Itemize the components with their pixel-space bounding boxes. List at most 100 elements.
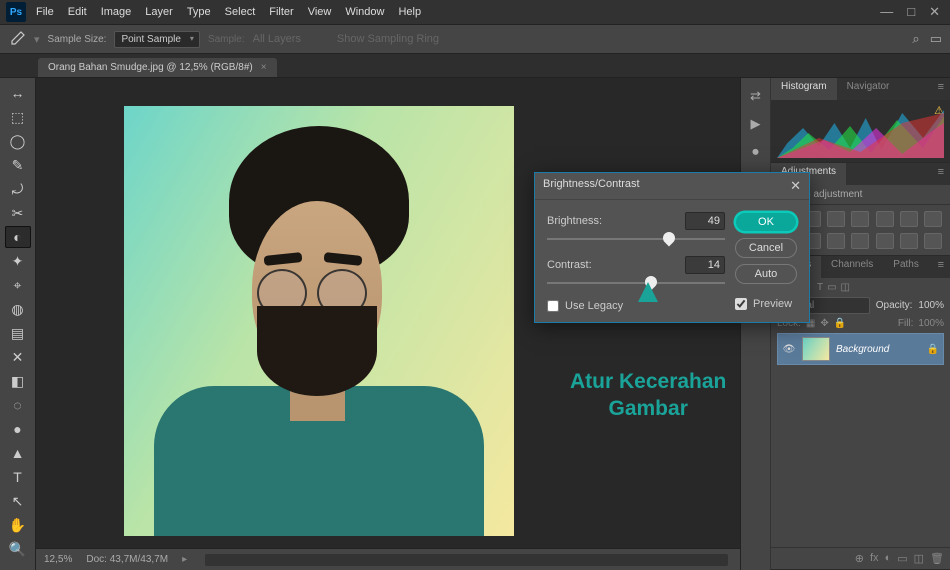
adj-color-lookup-icon[interactable] <box>827 233 845 249</box>
new-layer-icon[interactable]: ◫ <box>914 552 924 565</box>
use-legacy-input[interactable] <box>547 300 559 312</box>
window-close-icon[interactable]: ✕ <box>929 4 940 20</box>
adj-gradient-map-icon[interactable] <box>924 233 942 249</box>
close-tab-icon[interactable]: × <box>261 62 267 73</box>
tool-heal[interactable]: ✦ <box>5 250 31 272</box>
lock-all-icon[interactable]: 🔒 <box>834 318 846 329</box>
menu-edit[interactable]: Edit <box>68 6 87 18</box>
preview-checkbox[interactable]: Preview <box>735 298 797 310</box>
adj-posterize-icon[interactable] <box>876 233 894 249</box>
tool-eyedropper[interactable]: ◐ <box>5 226 31 248</box>
ok-button[interactable]: OK <box>735 212 797 232</box>
menu-view[interactable]: View <box>308 6 332 18</box>
tool-zoom[interactable]: 🔍 <box>5 538 31 560</box>
tab-channels[interactable]: Channels <box>821 256 883 278</box>
layer-name[interactable]: Background <box>836 344 921 355</box>
annotation-text: Atur Kecerahan Gambar <box>570 368 726 423</box>
tool-stamp[interactable]: ◍ <box>5 298 31 320</box>
layer-lock-icon[interactable]: 🔒 <box>927 344 939 355</box>
contrast-input[interactable] <box>685 256 725 274</box>
panel-menu-icon[interactable]: ≡ <box>932 78 950 100</box>
tool-pen[interactable]: ▲ <box>5 442 31 464</box>
window-maximize-icon[interactable]: □ <box>907 4 915 20</box>
tool-move[interactable]: ↔ <box>5 82 31 104</box>
layer-row[interactable]: 👁 Background 🔒 <box>777 333 944 365</box>
tool-crop[interactable]: ⤾ <box>5 178 31 200</box>
layer-visibility-icon[interactable]: 👁 <box>782 344 796 355</box>
layer-mask-icon[interactable]: ◐ <box>885 552 892 565</box>
workspace-icon[interactable]: ▭ <box>930 31 942 47</box>
sample-size-select[interactable]: Point Sample <box>114 31 199 48</box>
brightness-contrast-dialog[interactable]: Brightness/Contrast ✕ Brightness: Contra… <box>534 172 810 323</box>
auto-button[interactable]: Auto <box>735 264 797 284</box>
brightness-input[interactable] <box>685 212 725 230</box>
adj-bw-icon[interactable] <box>924 211 942 227</box>
tool-marquee[interactable]: ⬚ <box>5 106 31 128</box>
adj-curves-icon[interactable] <box>827 211 845 227</box>
layer-filter-type-icon[interactable]: T <box>817 282 823 293</box>
menu-select[interactable]: Select <box>225 6 256 18</box>
adj-vibrance-icon[interactable] <box>876 211 894 227</box>
layer-thumbnail[interactable] <box>802 337 830 361</box>
tool-type[interactable]: T <box>5 466 31 488</box>
opacity-value[interactable]: 100% <box>918 300 944 311</box>
layer-filter-shape-icon[interactable]: ▭ <box>827 282 836 293</box>
delete-layer-icon[interactable]: 🗑 <box>930 552 944 565</box>
tool-dodge[interactable]: ● <box>5 418 31 440</box>
layer-filter-smart-icon[interactable]: ◫ <box>841 282 850 293</box>
tool-history-brush[interactable]: ▤ <box>5 322 31 344</box>
window-minimize-icon[interactable]: — <box>880 4 893 20</box>
menu-image[interactable]: Image <box>101 6 132 18</box>
adj-exposure-icon[interactable] <box>851 211 869 227</box>
tool-gradient[interactable]: ◧ <box>5 370 31 392</box>
tool-hand[interactable]: ✋ <box>5 514 31 536</box>
dock-icon-2[interactable]: ▶ <box>746 114 766 134</box>
tool-blur[interactable]: ◌ <box>5 394 31 416</box>
new-group-icon[interactable]: ▭ <box>897 552 907 565</box>
zoom-level[interactable]: 12,5% <box>44 554 72 565</box>
adj-threshold-icon[interactable] <box>900 233 918 249</box>
fill-value[interactable]: 100% <box>918 318 944 329</box>
tool-brush[interactable]: ⌖ <box>5 274 31 296</box>
lock-position-icon[interactable]: ✥ <box>820 318 828 329</box>
adj-invert-icon[interactable] <box>851 233 869 249</box>
cancel-button[interactable]: Cancel <box>735 238 797 258</box>
menu-layer[interactable]: Layer <box>145 6 173 18</box>
show-sampling-ring[interactable]: Show Sampling Ring <box>337 33 439 45</box>
document-canvas[interactable] <box>124 106 514 536</box>
tools-panel: ↔ ⬚ ◯ ✎ ⤾ ✂ ◐ ✦ ⌖ ◍ ▤ ✕ ◧ ◌ ● ▲ T ↖ ✋ 🔍 <box>0 78 36 570</box>
brightness-slider[interactable] <box>547 232 725 246</box>
tool-quick-select[interactable]: ✎ <box>5 154 31 176</box>
link-layers-icon[interactable]: ⊕ <box>855 552 864 565</box>
menu-window[interactable]: Window <box>345 6 384 18</box>
menu-help[interactable]: Help <box>398 6 421 18</box>
eyedropper-preset-icon[interactable] <box>8 30 26 48</box>
panel-menu-icon[interactable]: ≡ <box>932 163 950 185</box>
menu-file[interactable]: File <box>36 6 54 18</box>
document-tab-title: Orang Bahan Smudge.jpg @ 12,5% (RGB/8#) <box>48 62 253 73</box>
doc-info[interactable]: Doc: 43,7M/43,7M <box>86 554 168 565</box>
dialog-close-icon[interactable]: ✕ <box>790 178 801 194</box>
search-icon[interactable]: ⌕ <box>912 31 919 47</box>
menu-filter[interactable]: Filter <box>269 6 293 18</box>
dock-icon-3[interactable]: ⏺ <box>746 142 766 162</box>
tool-eraser[interactable]: ✕ <box>5 346 31 368</box>
menu-type[interactable]: Type <box>187 6 211 18</box>
right-panel-dock: ⇄ ▶ ⏺ ◧ ⓘ Histogram Navigator ≡ ⚠ <box>740 78 950 570</box>
horizontal-scrollbar[interactable] <box>205 554 728 566</box>
window-controls: — □ ✕ <box>880 4 940 20</box>
tab-histogram[interactable]: Histogram <box>771 78 837 100</box>
document-tab[interactable]: Orang Bahan Smudge.jpg @ 12,5% (RGB/8#) … <box>38 58 277 77</box>
tool-lasso[interactable]: ◯ <box>5 130 31 152</box>
dialog-titlebar[interactable]: Brightness/Contrast ✕ <box>535 173 809 200</box>
layer-fx-icon[interactable]: fx <box>870 552 879 565</box>
adj-hue-icon[interactable] <box>900 211 918 227</box>
tab-paths[interactable]: Paths <box>883 256 929 278</box>
preview-input[interactable] <box>735 298 747 310</box>
tab-navigator[interactable]: Navigator <box>837 78 900 100</box>
sample-value: All Layers <box>253 33 301 45</box>
panel-menu-icon[interactable]: ≡ <box>932 256 950 278</box>
tool-frame[interactable]: ✂ <box>5 202 31 224</box>
tool-path-select[interactable]: ↖ <box>5 490 31 512</box>
dock-icon-1[interactable]: ⇄ <box>746 86 766 106</box>
